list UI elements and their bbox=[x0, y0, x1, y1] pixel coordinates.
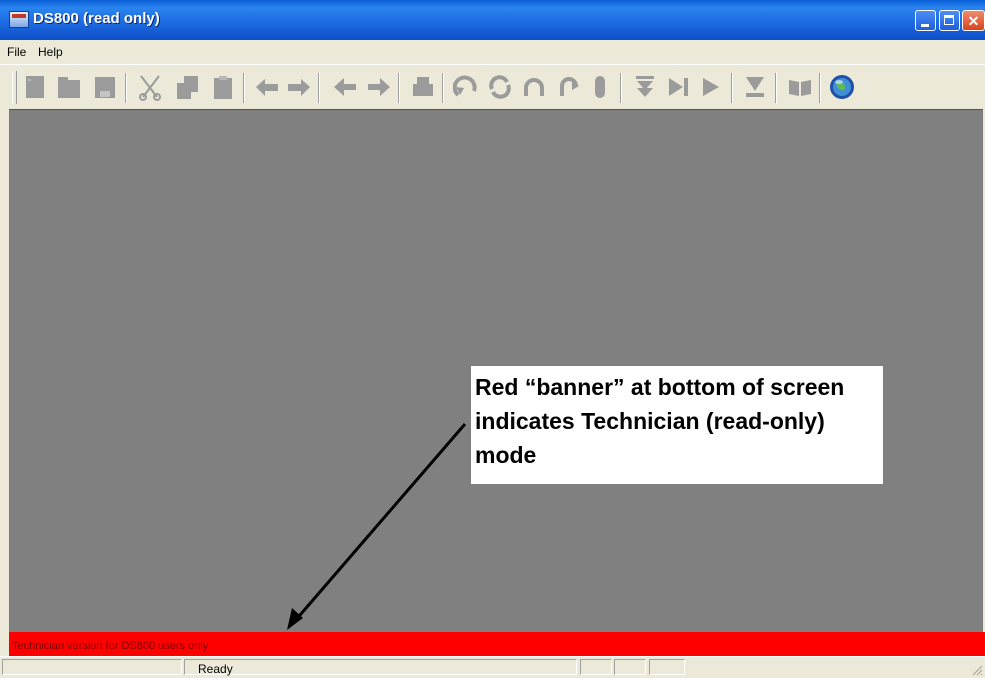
toolbar-separator bbox=[318, 73, 320, 103]
status-pane-1 bbox=[2, 659, 182, 675]
rotate-right-icon[interactable] bbox=[555, 73, 581, 101]
status-text: Ready bbox=[198, 662, 233, 676]
toolbar bbox=[0, 64, 985, 110]
close-button[interactable]: ✕ bbox=[962, 10, 985, 31]
status-pane-4 bbox=[614, 659, 646, 675]
minimize-button[interactable] bbox=[915, 10, 936, 31]
status-pane-3 bbox=[580, 659, 612, 675]
save-icon[interactable] bbox=[92, 73, 118, 101]
menu-bar: File Help bbox=[0, 40, 985, 64]
app-icon[interactable] bbox=[9, 11, 29, 28]
book-icon[interactable] bbox=[787, 73, 813, 101]
print-icon[interactable] bbox=[410, 73, 436, 101]
toolbar-separator bbox=[819, 73, 821, 103]
play-icon[interactable] bbox=[698, 73, 724, 101]
download-icon[interactable] bbox=[632, 73, 658, 101]
annotation-callout: Red “banner” at bottom of screen indicat… bbox=[471, 366, 883, 484]
status-pane-2 bbox=[184, 659, 577, 675]
capsule-icon[interactable] bbox=[587, 73, 613, 101]
close-icon: ✕ bbox=[967, 13, 980, 29]
toolbar-separator bbox=[125, 73, 127, 103]
minimize-icon bbox=[916, 11, 935, 30]
toolbar-separator bbox=[243, 73, 245, 103]
undo-icon[interactable] bbox=[254, 73, 280, 101]
callout-text: Red “banner” at bottom of screen indicat… bbox=[475, 374, 845, 468]
copy-icon[interactable] bbox=[174, 73, 200, 101]
menu-file[interactable]: File bbox=[7, 45, 26, 59]
status-pane-5 bbox=[649, 659, 685, 675]
cut-icon[interactable] bbox=[137, 73, 163, 101]
toolbar-separator bbox=[620, 73, 622, 103]
toolbar-separator bbox=[731, 73, 733, 103]
maximize-button[interactable] bbox=[939, 10, 960, 31]
resize-grip-icon[interactable] bbox=[971, 664, 983, 676]
status-bar: Ready bbox=[0, 656, 985, 678]
step-forward-icon[interactable] bbox=[666, 73, 692, 101]
maximize-icon bbox=[940, 11, 959, 30]
title-bar[interactable]: DS800 (read only) ✕ bbox=[0, 0, 985, 40]
stop-icon[interactable] bbox=[742, 73, 768, 101]
back-icon[interactable] bbox=[332, 73, 358, 101]
rotate-left-icon[interactable] bbox=[452, 73, 479, 101]
toolbar-separator bbox=[775, 73, 777, 103]
toolbar-grip[interactable] bbox=[12, 71, 17, 104]
banner-text: Technician version for DS800 users only bbox=[12, 640, 209, 652]
rotate-up-icon[interactable] bbox=[521, 73, 547, 101]
redo-icon[interactable] bbox=[286, 73, 312, 101]
toolbar-separator bbox=[398, 73, 400, 103]
open-icon[interactable] bbox=[56, 73, 82, 101]
refresh-icon[interactable] bbox=[487, 73, 513, 101]
globe-icon[interactable] bbox=[829, 73, 855, 101]
toolbar-separator bbox=[442, 73, 444, 103]
paste-icon[interactable] bbox=[210, 73, 236, 101]
window-title: DS800 (read only) bbox=[33, 10, 160, 27]
app-window: DS800 (read only) ✕ File Help Technician… bbox=[0, 0, 985, 678]
forward-icon[interactable] bbox=[366, 73, 392, 101]
menu-help[interactable]: Help bbox=[38, 45, 63, 59]
new-icon[interactable] bbox=[22, 73, 48, 101]
technician-banner: Technician version for DS800 users only bbox=[9, 632, 985, 656]
